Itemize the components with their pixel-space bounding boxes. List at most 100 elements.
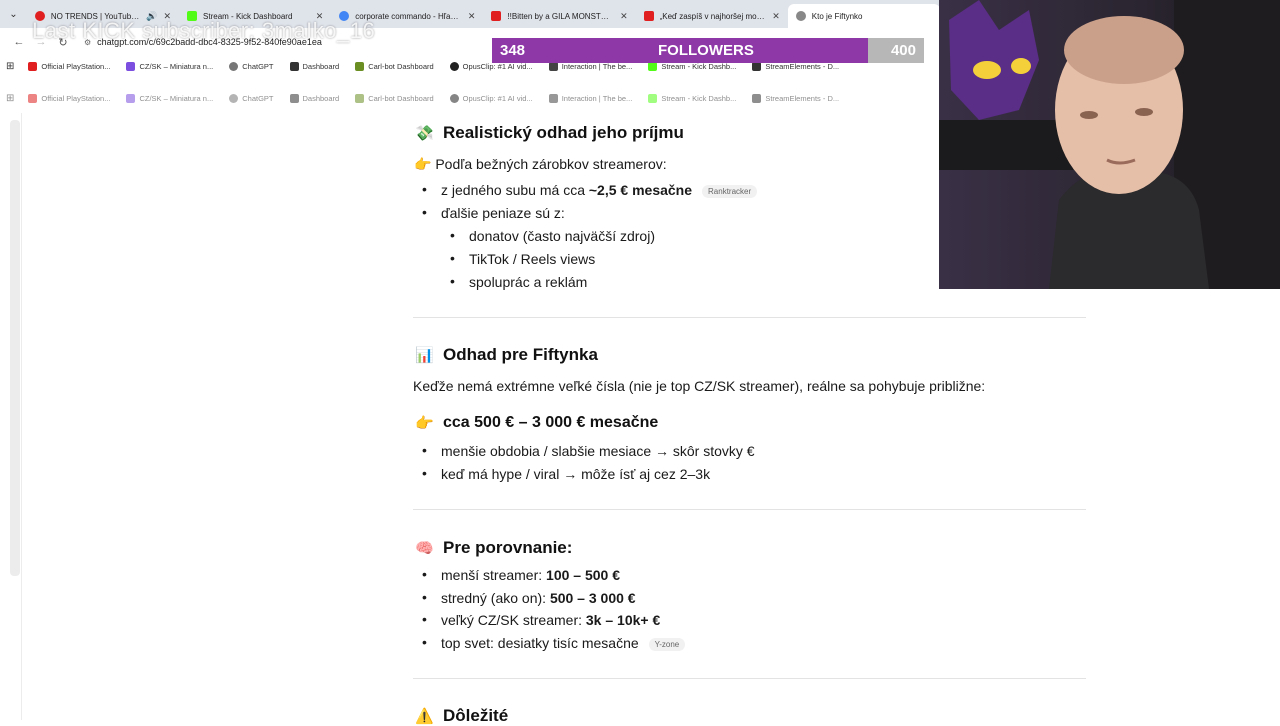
tab-title: !!Bitten by a GILA MONSTER!! - <box>507 11 615 21</box>
bookmark-kick-stream: Stream - Kick Dashb... <box>648 94 736 103</box>
list-item: keď má hype / viral → môže ísť aj cez 2–… <box>422 465 710 482</box>
warning-icon: ⚠️ <box>415 708 434 725</box>
close-tab-icon[interactable]: ✕ <box>468 11 476 22</box>
bar-chart-icon: 📊 <box>415 347 434 364</box>
brain-icon: 🧠 <box>415 540 434 557</box>
money-icon: 💸 <box>415 125 434 142</box>
section-divider <box>413 317 1086 318</box>
bookmark-miniatura[interactable]: CZ/SK – Miniatura n... <box>126 61 214 71</box>
tab-youtube-gila[interactable]: !!Bitten by a GILA MONSTER!! - ✕ <box>483 4 635 28</box>
list-item-bold: ~2,5 € mesačne <box>588 182 693 198</box>
canva-icon <box>126 94 136 103</box>
youtube-favicon-icon <box>491 11 502 21</box>
bookmark-label: Stream - Kick Dashb... <box>661 94 737 103</box>
dashboard-icon <box>289 61 299 71</box>
list-item: menší streamer: 100 – 500 € <box>422 566 620 583</box>
section-divider <box>413 509 1086 510</box>
sub-list-item: donatov (často najväčší zdroj) <box>450 227 655 244</box>
list-item-text: stredný (ako on): <box>441 590 550 606</box>
tab-youtube-zaspis[interactable]: „Keď zaspíš v najhoršej možnej ✕ <box>636 4 788 28</box>
intro-text: Podľa bežných zárobkov streamerov: <box>435 156 667 172</box>
bookmark-label: Dashboard <box>302 94 340 103</box>
bookmark-label: Official PlayStation... <box>41 61 111 71</box>
youtube-icon <box>28 94 38 103</box>
bookmark-label: Interaction | The be... <box>561 94 633 103</box>
list-item-text: menší streamer: <box>441 567 547 583</box>
bookmark-streamelements: StreamElements - D... <box>752 94 839 103</box>
bookmark-carlbot: Carl-bot Dashboard <box>355 94 434 103</box>
sidebar-divider <box>21 113 22 720</box>
back-arrow-icon[interactable]: ← <box>8 36 30 48</box>
apps-grid-icon[interactable]: ⊞ <box>6 61 14 72</box>
bookmark-chatgpt: ChatGPT <box>229 94 274 103</box>
heading-text: Realistický odhad jeho príjmu <box>443 123 684 142</box>
section-divider <box>413 678 1086 679</box>
opusclip-icon <box>449 61 459 71</box>
bookmark-label: ChatGPT <box>242 61 274 71</box>
bookmarks-bar-duplicate: ⊞ Official PlayStation... CZ/SK – Miniat… <box>0 89 940 108</box>
tab-title: Kto je Fiftynko <box>811 11 863 21</box>
bookmark-interaction: Interaction | The be... <box>548 94 633 103</box>
interaction-icon <box>548 94 558 103</box>
section-heading-important: ⚠️ Dôležité <box>415 706 508 726</box>
list-item-bold: 3k – 10k+ € <box>585 612 661 628</box>
list-item: z jedného subu má cca ~2,5 € mesačne Rank… <box>422 181 758 198</box>
bookmark-label: Dashboard <box>302 61 340 71</box>
heading-text: Dôležité <box>443 706 509 725</box>
chatgpt-icon <box>229 61 239 71</box>
source-pill-yzone[interactable]: Y-zone <box>648 637 686 651</box>
bookmark-chatgpt[interactable]: ChatGPT <box>229 61 274 71</box>
section-heading-estimate: 📊 Odhad pre Fiftynka <box>415 345 598 365</box>
bookmark-opusclip: OpusClip: #1 AI vid... <box>449 94 533 103</box>
list-item-text: top svet: desiatky tisíc mesačne <box>441 635 639 651</box>
pointing-hand-icon: 👉 <box>414 156 432 172</box>
bookmark-label: Carl-bot Dashboard <box>368 61 434 71</box>
followers-goal-bar: 348 FOLLOWERS 400 <box>492 38 924 63</box>
sidebar-scroll-track[interactable] <box>10 120 20 576</box>
youtube-favicon-icon <box>643 11 654 21</box>
heading-text: Pre porovnanie: <box>443 538 573 557</box>
section-heading-comparison: 🧠 Pre porovnanie: <box>415 538 572 558</box>
bookmark-label: Carl-bot Dashboard <box>368 94 434 103</box>
list-item: ďalšie peniaze sú z: <box>422 204 565 221</box>
bookmark-playstation[interactable]: Official PlayStation... <box>28 61 111 71</box>
sub-list-item: TikTok / Reels views <box>450 250 595 267</box>
tab-chatgpt-active[interactable]: Kto je Fiftynko <box>787 4 940 28</box>
list-item-text: z jedného subu má cca <box>441 182 589 198</box>
bookmark-label: OpusClip: #1 AI vid... <box>462 94 533 103</box>
dashboard-icon <box>289 94 299 103</box>
chatgpt-favicon-icon <box>795 11 806 21</box>
close-tab-icon[interactable]: ✕ <box>772 11 780 22</box>
list-item: menšie obdobia / slabšie mesiace → skôr … <box>422 442 755 459</box>
source-pill-ranktracker[interactable]: Ranktracker <box>702 184 758 198</box>
followers-goal: 400 <box>890 42 916 59</box>
bookmark-dashboard[interactable]: Dashboard <box>289 61 340 71</box>
list-item: stredný (ako on): 500 – 3 000 € <box>422 589 636 606</box>
webcam-feed <box>939 0 1280 289</box>
webcam-image <box>939 0 1280 289</box>
list-item-bold: 500 – 3 000 € <box>549 590 636 606</box>
tab-search-icon[interactable]: ⌄ <box>0 0 27 28</box>
list-item-text: veľký CZ/SK streamer: <box>441 612 586 628</box>
bookmark-label: ChatGPT <box>242 94 274 103</box>
carlbot-icon <box>355 61 365 71</box>
list-item-bold: 100 – 500 € <box>546 567 620 583</box>
close-tab-icon[interactable]: ✕ <box>620 11 628 22</box>
section-heading-income: 💸 Realistický odhad jeho príjmu <box>415 123 684 143</box>
paragraph: Keďže nemá extrémne veľké čísla (nie je … <box>413 378 986 394</box>
tab-title: „Keď zaspíš v najhoršej možnej <box>659 11 767 21</box>
youtube-icon <box>28 61 38 71</box>
pointing-hand-icon: 👉 <box>415 415 434 432</box>
bookmark-dashboard: Dashboard <box>289 94 340 103</box>
bookmark-carlbot[interactable]: Carl-bot Dashboard <box>355 61 434 71</box>
streamelements-icon <box>752 94 762 103</box>
list-item: veľký CZ/SK streamer: 3k – 10k+ € <box>422 611 661 628</box>
sub-list-item: spoluprác a reklám <box>450 273 587 290</box>
list-item: top svet: desiatky tisíc mesačne Y-zone <box>422 634 686 651</box>
followers-label: FOLLOWERS <box>658 42 754 59</box>
followers-current: 348 <box>500 42 526 59</box>
bookmark-label: CZ/SK – Miniatura n... <box>139 61 214 71</box>
canva-icon <box>126 61 136 71</box>
bookmark-miniatura: CZ/SK – Miniatura n... <box>126 94 213 103</box>
bookmark-playstation: Official PlayStation... <box>28 94 110 103</box>
